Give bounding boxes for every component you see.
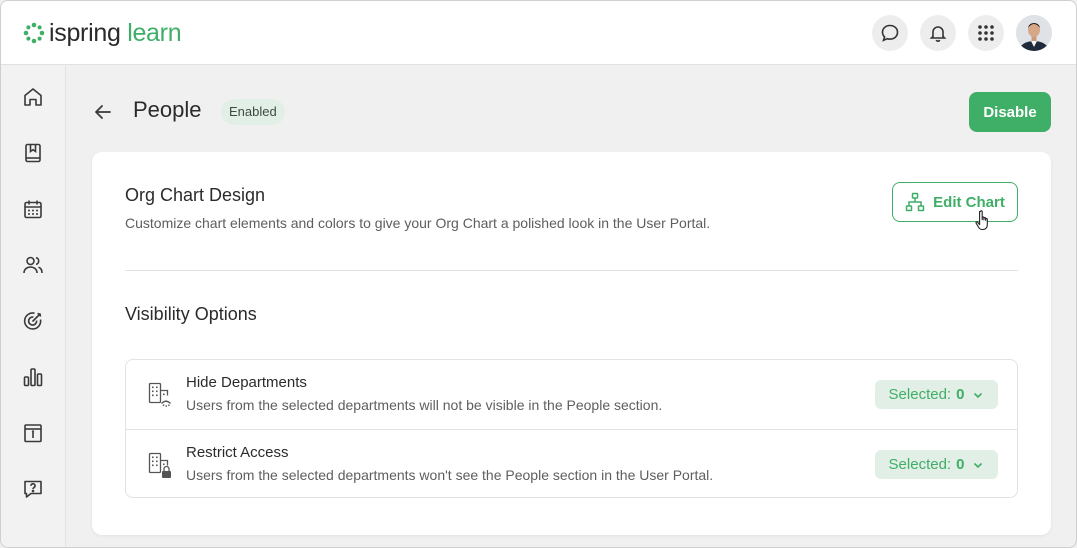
edit-chart-button[interactable]: Edit Chart	[892, 182, 1018, 222]
people-icon	[23, 256, 43, 274]
selected-label: Selected:	[888, 456, 952, 473]
option-row-hide-departments: Hide Departments Users from the selected…	[126, 360, 1017, 429]
option-title: Hide Departments	[186, 374, 307, 391]
option-row-restrict-access: Restrict Access Users from the selected …	[126, 429, 1017, 498]
reports-icon	[23, 368, 43, 387]
settings-card: Org Chart Design Customize chart element…	[92, 152, 1051, 535]
selected-count: 0	[956, 386, 965, 403]
org-chart-title: Org Chart Design	[125, 185, 266, 205]
sidebar-item-home[interactable]	[21, 85, 45, 109]
logo[interactable]: ispring learn	[23, 18, 182, 48]
top-bar: ispring learn	[1, 1, 1076, 65]
selected-dropdown[interactable]: Selected: 0	[875, 380, 998, 409]
org-chart-description: Customize chart elements and colors to g…	[125, 215, 711, 231]
info-icon	[24, 424, 42, 443]
user-avatar[interactable]	[1016, 15, 1052, 51]
restrict-access-icon	[148, 452, 171, 478]
disable-button[interactable]: Disable	[969, 92, 1051, 132]
chevron-down-icon	[974, 392, 983, 398]
visibility-title: Visibility Options	[125, 304, 257, 324]
edit-chart-label: Edit Chart	[933, 193, 1005, 211]
home-icon	[24, 88, 42, 106]
sidebar-item-info[interactable]	[21, 421, 45, 445]
sidebar-item-people[interactable]	[21, 253, 45, 277]
top-actions	[860, 15, 1052, 51]
sidebar-item-goals[interactable]	[21, 309, 45, 333]
calendar-icon	[24, 200, 42, 219]
page-title: People	[133, 97, 202, 122]
chat-icon	[881, 24, 899, 42]
sidebar-item-calendar[interactable]	[21, 197, 45, 221]
chevron-down-icon	[974, 462, 983, 468]
notifications-button[interactable]	[920, 15, 956, 51]
help-icon	[24, 480, 42, 498]
divider	[125, 270, 1018, 271]
chat-button[interactable]	[872, 15, 908, 51]
option-description: Users from the selected departments will…	[186, 397, 663, 413]
hand-cursor-icon	[975, 210, 988, 231]
sidebar-item-reports[interactable]	[21, 365, 45, 389]
back-arrow-icon[interactable]	[92, 101, 114, 123]
app-window: ispring learn People Enabled Disable Org…	[0, 0, 1077, 548]
selected-dropdown[interactable]: Selected: 0	[875, 450, 998, 479]
courses-icon	[25, 143, 41, 163]
visibility-options-list: Hide Departments Users from the selected…	[125, 359, 1018, 498]
bell-icon	[929, 26, 947, 42]
option-description: Users from the selected departments won'…	[186, 467, 714, 483]
status-badge: Enabled	[221, 99, 285, 125]
selected-label: Selected:	[888, 386, 952, 403]
option-title: Restrict Access	[186, 444, 289, 461]
sidebar	[1, 66, 66, 547]
org-chart-icon	[905, 192, 925, 212]
sidebar-item-courses[interactable]	[21, 141, 45, 165]
logo-icon	[23, 22, 45, 44]
apps-button[interactable]	[968, 15, 1004, 51]
selected-count: 0	[956, 456, 965, 473]
logo-text: ispring learn	[49, 18, 182, 47]
goals-icon	[23, 312, 42, 330]
sidebar-item-help[interactable]	[21, 477, 45, 501]
apps-grid-icon	[978, 25, 994, 41]
avatar-image	[1016, 15, 1052, 51]
hide-departments-icon	[148, 382, 171, 407]
